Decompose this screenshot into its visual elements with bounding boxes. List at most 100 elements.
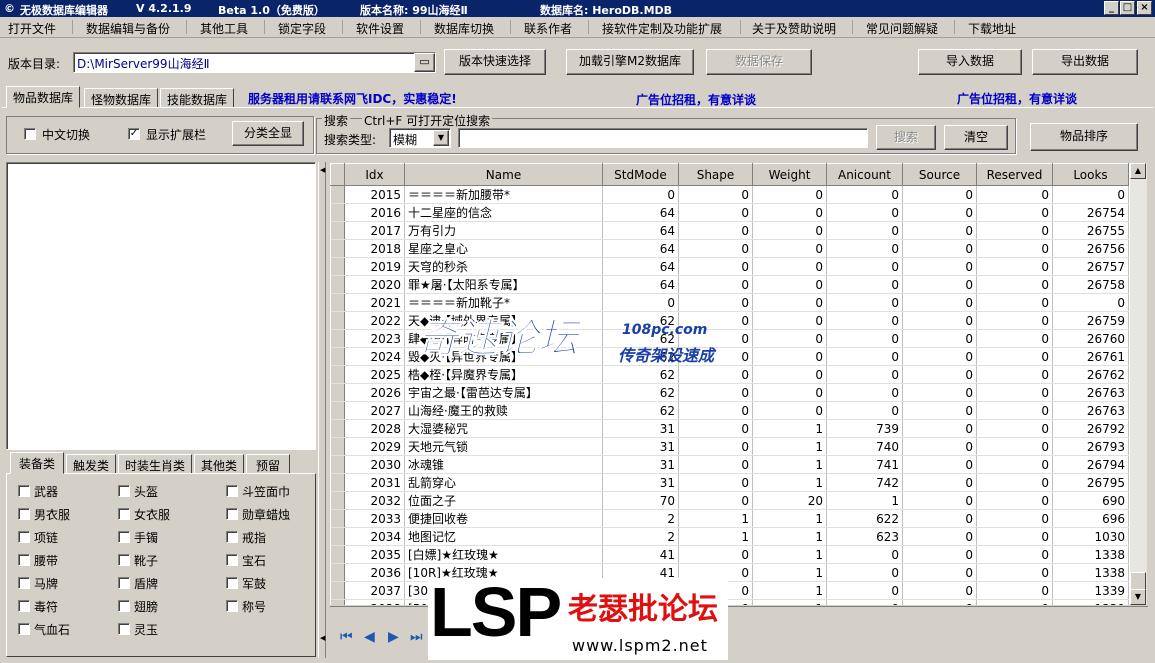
table-cell[interactable]: 0 xyxy=(678,401,753,420)
table-cell[interactable]: 623 xyxy=(826,527,903,546)
table-cell[interactable]: 2025 xyxy=(344,365,405,384)
table-cell[interactable]: 0 xyxy=(678,545,753,564)
table-cell[interactable]: 62 xyxy=(602,401,679,420)
table-cell[interactable]: 1030 xyxy=(1052,527,1129,546)
tab-fashion-zodiac[interactable]: 时装生肖类 xyxy=(118,454,192,474)
category-checkbox[interactable] xyxy=(18,554,30,566)
table-cell[interactable]: 乱箭穿心 xyxy=(404,473,603,492)
table-cell[interactable]: 0 xyxy=(902,401,977,420)
table-cell[interactable]: 0 xyxy=(902,239,977,258)
table-cell[interactable]: 26756 xyxy=(1052,239,1129,258)
table-cell[interactable]: 天地元气锁 xyxy=(404,437,603,456)
table-cell[interactable]: 2015 xyxy=(344,185,405,204)
table-cell[interactable]: 0 xyxy=(976,257,1053,276)
table-cell[interactable]: 740 xyxy=(826,437,903,456)
table-cell[interactable]: 0 xyxy=(902,419,977,438)
category-checkbox[interactable] xyxy=(118,531,130,543)
next-icon[interactable]: ▶ xyxy=(388,629,399,645)
table-cell[interactable]: 0 xyxy=(976,275,1053,294)
table-cell[interactable]: 0 xyxy=(976,329,1053,348)
item-sort-button[interactable]: 物品排序 xyxy=(1030,123,1138,151)
table-cell[interactable]: 1 xyxy=(752,455,827,474)
table-cell[interactable]: 2024 xyxy=(344,347,405,366)
table-cell[interactable]: 0 xyxy=(902,203,977,222)
row-indicator[interactable] xyxy=(330,347,345,366)
table-cell[interactable]: 0 xyxy=(976,455,1053,474)
category-list[interactable] xyxy=(6,162,316,450)
category-checkbox[interactable] xyxy=(226,577,238,589)
menu-settings[interactable]: 软件设置 xyxy=(356,20,404,37)
table-cell[interactable]: 0 xyxy=(678,473,753,492)
table-cell[interactable]: 0 xyxy=(902,527,977,546)
table-cell[interactable]: 0 xyxy=(678,419,753,438)
last-icon[interactable]: ⏭ xyxy=(410,629,423,645)
table-cell[interactable]: 26795 xyxy=(1052,473,1129,492)
table-cell[interactable]: 0 xyxy=(976,221,1053,240)
row-indicator[interactable] xyxy=(330,473,345,492)
menu-other-tools[interactable]: 其他工具 xyxy=(200,20,248,37)
table-row[interactable]: 2029 天地元气锁 31 0 1 740 0 0 26793 xyxy=(330,437,1129,456)
category-checkbox[interactable] xyxy=(226,485,238,497)
table-cell[interactable]: 622 xyxy=(826,509,903,528)
row-indicator[interactable] xyxy=(330,419,345,438)
dir-input[interactable]: D:\MirServer99山海经Ⅱ xyxy=(73,52,436,73)
table-cell[interactable]: 0 xyxy=(678,185,753,204)
quick-select-button[interactable]: 版本快速选择 xyxy=(444,49,546,75)
table-cell[interactable]: 0 xyxy=(976,185,1053,204)
table-cell[interactable]: 31 xyxy=(602,473,679,492)
table-cell[interactable]: 0 xyxy=(826,545,903,564)
table-cell[interactable]: 星座之皇心 xyxy=(404,239,603,258)
table-cell[interactable]: 0 xyxy=(678,221,753,240)
table-cell[interactable]: 2023 xyxy=(344,329,405,348)
table-cell[interactable]: 0 xyxy=(1052,293,1129,312)
row-indicator[interactable] xyxy=(330,221,345,240)
table-cell[interactable]: 0 xyxy=(976,437,1053,456)
table-cell[interactable]: 26755 xyxy=(1052,221,1129,240)
table-cell[interactable]: 1 xyxy=(752,473,827,492)
row-indicator[interactable] xyxy=(330,365,345,384)
table-cell[interactable]: 0 xyxy=(976,563,1053,582)
row-indicator[interactable] xyxy=(330,581,345,600)
column-header[interactable]: Reserved xyxy=(976,163,1053,186)
show-all-button[interactable]: 分类全显 xyxy=(232,121,304,146)
table-cell[interactable]: 31 xyxy=(602,437,679,456)
table-cell[interactable]: 2030 xyxy=(344,455,405,474)
table-cell[interactable]: 1 xyxy=(678,527,753,546)
menu-faq[interactable]: 常见问题解疑 xyxy=(866,20,938,37)
table-cell[interactable]: 2034 xyxy=(344,527,405,546)
category-checkbox[interactable] xyxy=(18,531,30,543)
load-engine-button[interactable]: 加载引擎M2数据库 xyxy=(566,49,694,75)
table-cell[interactable]: 2019 xyxy=(344,257,405,276)
maximize-button[interactable]: □ xyxy=(1120,1,1135,15)
table-cell[interactable]: 2035 xyxy=(344,545,405,564)
table-cell[interactable]: 64 xyxy=(602,275,679,294)
category-checkbox[interactable] xyxy=(118,600,130,612)
row-indicator[interactable] xyxy=(330,239,345,258)
menu-download[interactable]: 下载地址 xyxy=(968,20,1016,37)
category-checkbox[interactable] xyxy=(118,508,130,520)
table-cell[interactable]: 0 xyxy=(902,437,977,456)
table-cell[interactable]: 0 xyxy=(902,455,977,474)
table-cell[interactable]: 1338 xyxy=(1052,563,1129,582)
table-cell[interactable]: 26763 xyxy=(1052,401,1129,420)
table-cell[interactable]: 2037 xyxy=(344,581,405,600)
table-cell[interactable]: 0 xyxy=(976,527,1053,546)
row-indicator[interactable] xyxy=(330,257,345,276)
table-cell[interactable]: 0 xyxy=(902,275,977,294)
table-cell[interactable]: 26761 xyxy=(1052,347,1129,366)
column-header[interactable]: Weight xyxy=(752,163,827,186)
tab-other[interactable]: 其他类 xyxy=(194,454,244,474)
category-checkbox[interactable] xyxy=(18,577,30,589)
table-row[interactable]: 2027 山海经·魔王的救赎 62 0 0 0 0 0 26763 xyxy=(330,401,1129,420)
table-cell[interactable]: 0 xyxy=(678,239,753,258)
table-cell[interactable]: 0 xyxy=(976,383,1053,402)
tab-equipment[interactable]: 装备类 xyxy=(10,452,64,474)
table-cell[interactable]: 62 xyxy=(602,383,679,402)
menu-contact[interactable]: 联系作者 xyxy=(524,20,572,37)
table-cell[interactable]: 2029 xyxy=(344,437,405,456)
table-cell[interactable]: 0 xyxy=(826,257,903,276)
table-cell[interactable]: 0 xyxy=(678,275,753,294)
table-cell[interactable]: 1 xyxy=(752,581,827,600)
table-cell[interactable]: 0 xyxy=(826,383,903,402)
category-checkbox[interactable] xyxy=(226,508,238,520)
